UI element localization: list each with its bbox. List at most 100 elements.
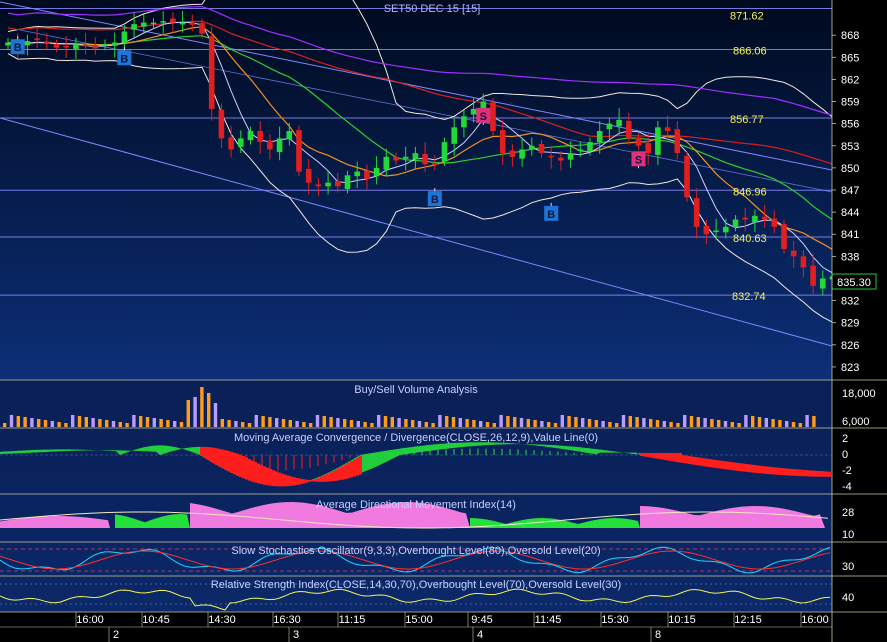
macd-area-negative [718, 460, 721, 469]
volume-bar [343, 419, 347, 427]
candle-body [645, 143, 651, 154]
volume-bar [431, 423, 435, 427]
candle-body [170, 18, 176, 23]
volume-bar [574, 417, 578, 427]
volume-bar [519, 418, 524, 427]
candle-body [335, 180, 341, 187]
volume-bar [642, 418, 646, 427]
candle-body [713, 230, 719, 233]
volume-bar [37, 419, 41, 427]
volume-bar [377, 415, 381, 427]
macd-area-negative [344, 464, 347, 480]
macd-area-negative [263, 466, 266, 485]
price-axis-label: 826 [841, 340, 859, 352]
volume-bar [812, 416, 816, 427]
macd-area-negative [649, 452, 652, 458]
candle-body [402, 156, 409, 159]
candle-body [208, 36, 215, 109]
macd-area-negative [757, 465, 760, 474]
macd-area-negative [664, 452, 667, 461]
macd-axis-neg4: -4 [842, 481, 852, 493]
macd-area-negative [763, 466, 766, 474]
volume-bar [125, 423, 129, 427]
macd-area-negative [257, 463, 260, 484]
macd-area-negative [694, 457, 697, 465]
macd-area-negative [311, 479, 314, 482]
volume-axis-high: 18,000 [842, 388, 876, 400]
volume-bar [744, 415, 748, 427]
macd-area-negative [278, 472, 281, 487]
candle-body [315, 184, 322, 187]
macd-area-negative [730, 462, 733, 471]
macd-area-negative [326, 473, 329, 482]
macd-area-negative [724, 461, 727, 470]
level-label: 866.06 [733, 45, 767, 57]
volume-bar [479, 421, 483, 427]
volume-bar [764, 418, 768, 427]
volume-bar [166, 420, 170, 427]
volume-bar [173, 421, 177, 427]
volume-bar [139, 416, 143, 427]
volume-bar [696, 417, 700, 427]
candle-body [635, 137, 642, 146]
macd-area-negative [703, 458, 706, 467]
time-axis-label: 10:15 [668, 614, 696, 626]
time-axis-label: 16:30 [273, 614, 301, 626]
macd-area-negative [706, 458, 709, 467]
candle-body [228, 137, 234, 150]
adx-axis-10: 10 [842, 529, 854, 541]
macd-area-negative [308, 480, 311, 482]
candle-body [538, 143, 545, 154]
macd-area-negative [329, 472, 332, 482]
volume-bar [798, 423, 802, 427]
macd-area-negative [721, 460, 724, 469]
volume-bar [417, 421, 422, 427]
macd-area-negative [682, 455, 685, 464]
volume-bar [567, 416, 571, 427]
macd-area-negative [350, 460, 353, 478]
macd-area-negative [359, 455, 362, 475]
candle-body [150, 22, 157, 25]
candle-body [286, 131, 293, 140]
time-axis-label: 12:15 [734, 614, 762, 626]
volume-bar [683, 415, 687, 427]
macd-area-negative [742, 463, 745, 472]
volume-bar [628, 416, 632, 427]
volume-bar [281, 419, 286, 427]
macd-area-negative [697, 457, 700, 466]
volume-bar [703, 418, 707, 427]
candle-body [567, 153, 574, 160]
volume-bar [3, 423, 7, 427]
macd-area-negative [715, 460, 718, 469]
signal-label: B [120, 53, 128, 65]
volume-bar [186, 400, 190, 427]
candle-body [238, 138, 244, 147]
macd-area-negative [691, 456, 694, 465]
macd-area-negative [754, 465, 757, 473]
macd-area-negative [808, 470, 811, 477]
volume-bar [118, 422, 122, 427]
volume-bar [451, 417, 456, 427]
volume-bar [615, 423, 619, 427]
macd-area-negative [802, 469, 805, 477]
macd-area-negative [323, 475, 326, 482]
macd-area-negative [727, 461, 730, 470]
macd-area-negative [338, 467, 341, 481]
macd-area-negative [269, 468, 272, 486]
candle-body [354, 171, 360, 177]
volume-bar [227, 420, 231, 427]
volume-bar [553, 423, 558, 427]
macd-area-negative [745, 464, 748, 472]
macd-area-negative [221, 449, 224, 469]
macd-area-negative [272, 470, 275, 487]
volume-bar [710, 419, 714, 427]
macd-area-negative [679, 452, 682, 463]
macd-area-negative [781, 468, 784, 476]
volume-bar [397, 418, 401, 427]
stochastic-axis-30: 30 [842, 561, 854, 573]
macd-area-negative [826, 471, 829, 477]
time-axis-label: 14:30 [208, 614, 236, 626]
candle-body [325, 182, 331, 187]
rsi-panel-title: Relative Strength Index(CLOSE,14,30,70),… [211, 579, 621, 591]
volume-bar [411, 420, 415, 427]
